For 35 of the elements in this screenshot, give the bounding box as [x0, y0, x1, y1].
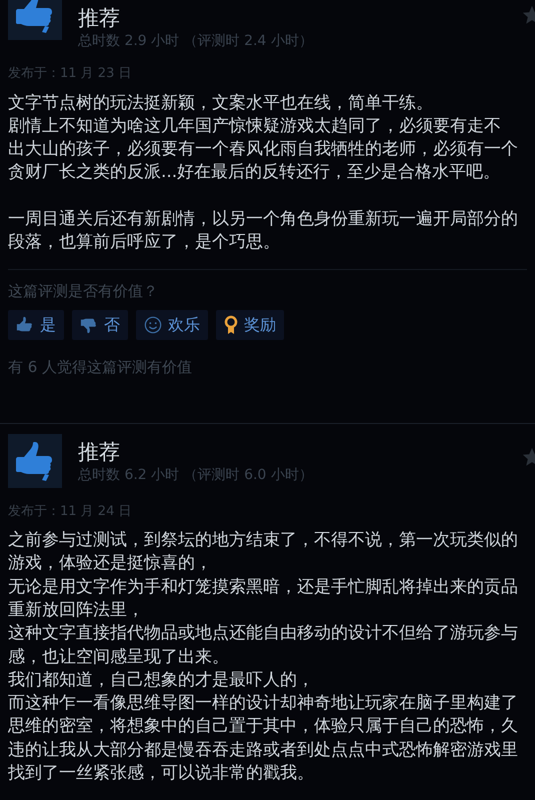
review-text: 违的让我从大部分都是慢吞吞走路或者到处点点中式恐怖解密游戏里: [8, 738, 519, 762]
review-text: 之前参与过测试，到祭坛的地方结束了，不得不说，第一次玩类似的: [8, 529, 519, 552]
review-text: 段落，也算前后呼应了，是个巧思。: [8, 231, 281, 254]
award-button[interactable]: 奖励: [216, 310, 284, 340]
playtime-text: 总时数 2.9 小时 （评测时 2.4 小时）: [78, 32, 313, 50]
review-text: 我们都知道，自己想象的才是最吓人的，: [8, 668, 315, 692]
helpful-question: 这篇评测是否有价值？: [8, 280, 159, 302]
thumbs-down-icon: [80, 316, 98, 334]
award-icon: [224, 315, 238, 336]
thumbs-up-icon: [15, 440, 55, 482]
no-button[interactable]: 否: [72, 310, 128, 340]
review-text: 剧情上不知道为啥这几年国产惊悚疑游戏太趋同了，必须要有走不: [8, 114, 502, 138]
review-text: 这种文字直接指代物品或地点还能自由移动的设计不但给了游玩参与: [8, 622, 519, 646]
review-text: 游戏，体验还是挺惊喜的，: [8, 552, 213, 576]
review-text: 重新放回阵法里，: [8, 598, 145, 622]
review-text: 一周目通关后还有新剧情，以另一个角色身份重新玩一遍开局部分的: [8, 208, 519, 231]
thumbs-up-icon: [16, 316, 34, 334]
review-text: 文字节点树的玩法挺新颖，文案水平也在线，简单干练。: [8, 92, 434, 114]
helpful-count: 有 6 人觉得这篇评测有价值: [8, 357, 194, 378]
smiley-icon: [144, 316, 162, 334]
review-text: 感，也让空间感呈现了出来。: [8, 646, 230, 669]
review-text: 出大山的孩子，必须要有一个春风化雨自我牺牲的老师，必须有一个: [8, 138, 519, 162]
review-text: 思维的密室，将想象中的自己置于其中，体验只属于自己的恐怖，久: [8, 715, 519, 738]
post-date: 发布于：11 月 23 日: [8, 65, 132, 83]
verdict-title: 推荐: [78, 5, 121, 32]
playtime-text: 总时数 6.2 小时 （评测时 6.0 小时）: [78, 466, 313, 484]
funny-button[interactable]: 欢乐: [136, 310, 208, 340]
post-date: 发布于：11 月 24 日: [8, 502, 132, 521]
yes-button[interactable]: 是: [8, 310, 64, 340]
review-text: 贪财厂长之类的反派...好在最后的反转还行，至少是合格水平吧。: [8, 161, 502, 184]
review-text: 而这种乍一看像思维导图一样的设计却神奇地让玩家在脑子里构建了: [8, 692, 519, 716]
review-text: 找到了一丝紧张感，可以说非常的戳我。: [8, 762, 315, 786]
review-text: 无论是用文字作为手和灯笼摸索黑暗，还是手忙脚乱将掉出来的贡品: [8, 576, 519, 599]
thumbs-up-icon: [15, 0, 55, 34]
verdict-title: 推荐: [78, 438, 121, 466]
